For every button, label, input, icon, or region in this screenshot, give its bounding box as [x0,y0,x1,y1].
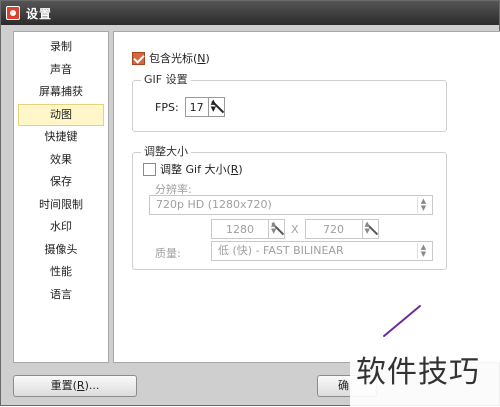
include-cursor-option[interactable]: 包含光标(N) [132,50,210,66]
sidebar-item-save[interactable]: 保存 [18,171,104,194]
include-cursor-checkbox[interactable] [132,51,145,65]
gif-settings-panel: 包含光标(N) GIF 设置 FPS: 17 ▲ ▼ 调整大小 调整 Gif 大小… [113,31,500,363]
resize-group-title: 调整大小 [141,145,191,159]
times-sign: X [291,222,299,236]
quality-value: 低 (快) - FAST BILINEAR [218,244,344,257]
fps-spinbox[interactable]: 17 ▲ ▼ [184,97,225,117]
resize-group: 调整大小 调整 Gif 大小(R) 分辨率: 720p HD (1280x720… [132,145,447,270]
annotation-pen-stroke [383,305,421,337]
fps-row: FPS: 17 ▲ ▼ [155,97,225,117]
quality-label: 质量: [155,247,181,260]
sidebar-item-time-limit[interactable]: 时间限制 [18,194,104,217]
sidebar-item-performance[interactable]: 性能 [18,261,104,284]
resolution-dropdown[interactable]: 720p HD (1280x720) ▲ ▼ [149,195,433,215]
resize-gif-option[interactable]: 调整 Gif 大小(R) [143,161,243,177]
quality-dropdown[interactable]: 低 (快) - FAST BILINEAR ▲ ▼ [211,241,433,261]
height-value[interactable]: 720 [306,223,362,236]
watermark-overlay: 软件技巧 [350,351,500,407]
gif-group-title: GIF 设置 [141,73,191,87]
sidebar-item-webcam[interactable]: 摄像头 [18,239,104,262]
fps-spin-arrows-icon[interactable]: ▲ ▼ [207,98,224,116]
width-spin-arrows-icon[interactable]: ▲ ▼ [268,220,284,238]
sidebar-item-effects[interactable]: 效果 [18,149,104,172]
sidebar-item-gif[interactable]: 动图 [18,103,104,126]
width-spinbox[interactable]: 1280 ▲ ▼ [211,219,285,239]
resolution-value: 720p HD (1280x720) [156,198,272,211]
sidebar-item-record[interactable]: 录制 [18,36,104,59]
dimensions-row: 1280 ▲ ▼ X 720 ▲ ▼ [211,219,379,239]
settings-window: 设置 录制 声音 屏幕捕获 动图 快捷键 效果 保存 时间限制 水印 摄像头 性… [0,0,500,407]
sidebar-item-hotkeys[interactable]: 快捷键 [18,126,104,149]
sidebar-item-watermark[interactable]: 水印 [18,216,104,239]
title-bar[interactable]: 设置 [1,1,499,25]
resize-gif-label: 调整 Gif 大小(R) [160,163,243,176]
height-spin-arrows-icon[interactable]: ▲ ▼ [361,220,378,238]
dropdown-arrows-icon: ▲ ▼ [417,243,429,259]
width-value[interactable]: 1280 [212,223,268,236]
app-icon [6,6,20,20]
resize-gif-checkbox[interactable] [143,162,156,176]
fps-label: FPS: [155,100,179,114]
settings-category-list: 录制 声音 屏幕捕获 动图 快捷键 效果 保存 时间限制 水印 摄像头 性能 语… [13,31,109,363]
sidebar-item-screen-capture[interactable]: 屏幕捕获 [18,81,104,104]
window-title: 设置 [26,6,53,21]
sidebar-item-language[interactable]: 语言 [18,284,104,307]
sidebar-item-sound[interactable]: 声音 [18,59,104,82]
fps-value[interactable]: 17 [186,101,208,114]
gif-settings-group: GIF 设置 FPS: 17 ▲ ▼ [132,73,447,132]
dropdown-arrows-icon: ▲ ▼ [417,197,429,213]
include-cursor-label: 包含光标(N) [149,52,210,65]
reset-button[interactable]: 重置(R)... [13,375,137,397]
height-spinbox[interactable]: 720 ▲ ▼ [304,219,379,239]
